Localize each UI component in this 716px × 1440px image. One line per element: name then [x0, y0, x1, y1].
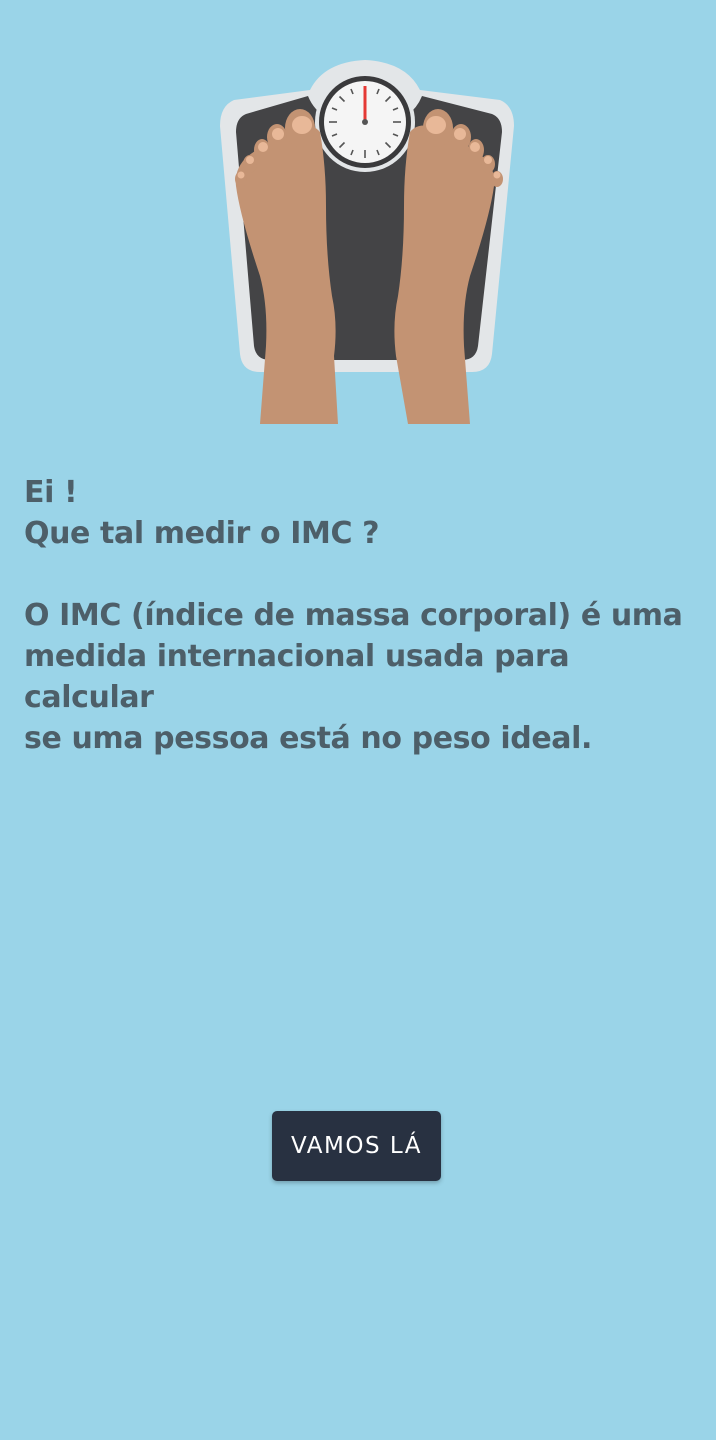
greeting-text: Ei ! [24, 475, 78, 510]
question-text: Que tal medir o IMC ? [24, 516, 380, 551]
description-line-2: medida internacional usada para calcular [24, 639, 570, 715]
description-line-3: se uma pessoa está no peso ideal. [24, 721, 592, 756]
start-button[interactable]: VAMOS LÁ [272, 1111, 441, 1181]
description-line-1: O IMC (índice de massa corporal) é uma [24, 598, 683, 633]
intro-text: Ei ! Que tal medir o IMC ? O IMC (índice… [24, 472, 694, 759]
welcome-screen: Ei ! Que tal medir o IMC ? O IMC (índice… [0, 0, 716, 1440]
bathroom-scale-with-feet-icon [220, 60, 514, 424]
